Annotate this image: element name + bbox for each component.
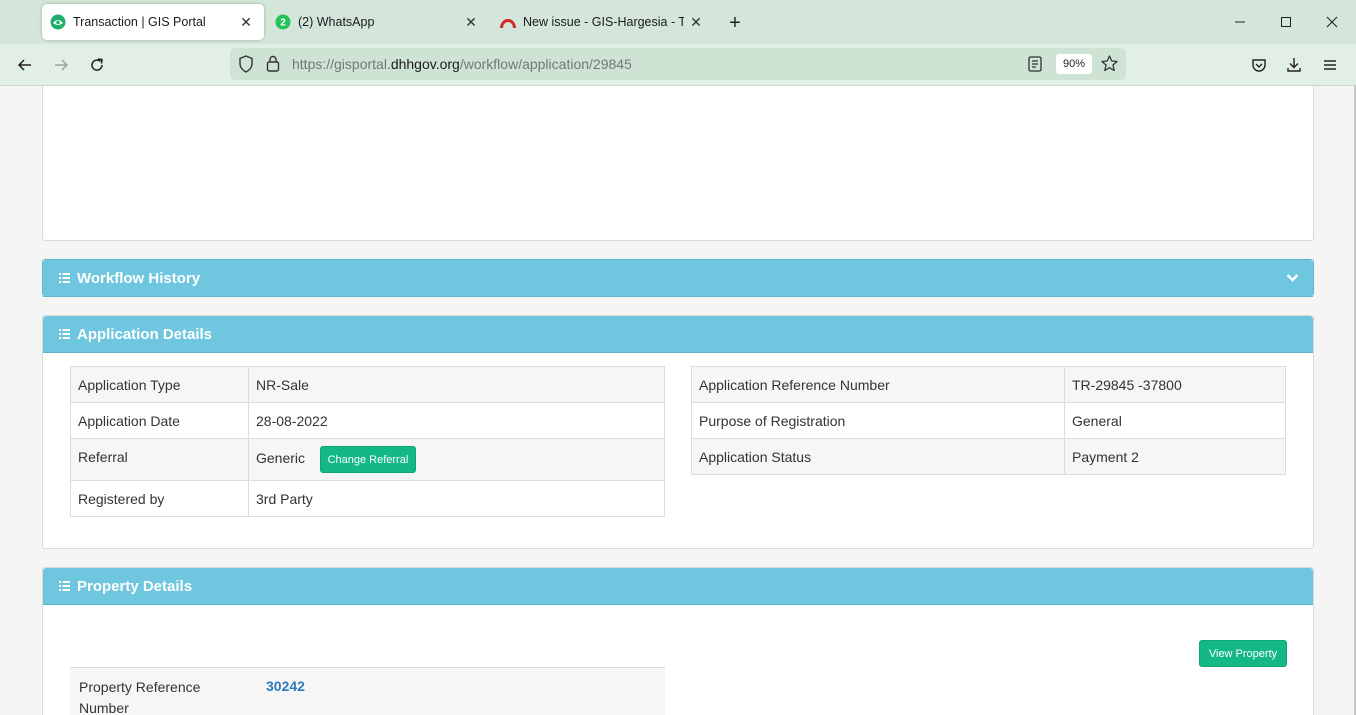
reader-view-icon[interactable] [1028,56,1042,77]
application-details-left-table: Application Type NR-Sale Application Dat… [70,366,665,517]
table-row: Referral Generic Change Referral [70,438,665,481]
chevron-down-icon[interactable] [1286,270,1299,287]
field-value: 28-08-2022 [248,402,665,439]
gis-portal-icon [50,14,66,30]
zoom-level[interactable]: 90% [1056,54,1092,74]
address-bar[interactable]: https://gisportal.dhhgov.org/workflow/ap… [230,48,1126,80]
field-value: NR-Sale [248,366,665,403]
close-tab-icon[interactable]: ✕ [684,10,708,34]
property-reference-link[interactable]: 30242 [266,678,305,694]
field-label: Property Reference Number [79,679,201,715]
page-content: Workflow History Application Details App… [0,86,1356,715]
close-tab-icon[interactable]: ✕ [234,10,258,34]
workflow-history-header[interactable]: Workflow History [43,260,1313,297]
workflow-history-panel[interactable]: Workflow History [42,259,1314,297]
new-tab-icon[interactable]: + [722,10,748,36]
field-label: Application Date [70,402,249,439]
table-row: Application Reference Number TR-29845 -3… [691,366,1286,403]
list-icon [59,328,70,340]
whatsapp-icon: 2 [275,14,291,30]
pocket-icon[interactable] [1244,50,1274,80]
panel-title: Property Details [77,577,193,595]
field-value: 3rd Party [248,480,665,517]
tab-title: New issue - GIS-Hargesia - Team [523,15,684,29]
unread-badge-count: 2 [280,18,286,29]
tab-title: Transaction | GIS Portal [73,15,206,29]
view-property-button[interactable]: View Property [1199,640,1287,667]
navigation-toolbar: https://gisportal.dhhgov.org/workflow/ap… [0,44,1356,86]
field-label: Referral [70,438,249,481]
reload-icon[interactable] [82,50,112,80]
table-row: Application Status Payment 2 [691,438,1286,475]
table-row: Purpose of Registration General [691,402,1286,439]
tab-title: (2) WhatsApp [298,15,375,29]
table-row: Application Date 28-08-2022 [70,402,665,439]
application-details-panel: Application Details Application Type NR-… [42,315,1314,549]
property-reference-row: Property Reference Number 30242 [70,667,665,715]
tab-new-issue[interactable]: New issue - GIS-Hargesia - Team ✕ [492,4,714,40]
application-details-header: Application Details [43,316,1313,353]
field-value: Generic [256,450,306,467]
field-value: Payment 2 [1064,438,1286,475]
panel-title: Workflow History [77,269,201,287]
map-card [42,86,1314,241]
property-details-header: Property Details [43,568,1313,605]
field-value: General [1064,402,1286,439]
field-label: Application Reference Number [691,366,1065,403]
field-label: Purpose of Registration [691,402,1065,439]
field-label: Application Type [70,366,249,403]
lock-icon[interactable] [266,55,280,77]
list-icon [59,580,70,592]
shield-icon[interactable] [238,55,254,78]
menu-icon[interactable] [1315,50,1345,80]
tab-bar: Transaction | GIS Portal ✕ 2 (2) WhatsAp… [0,0,1356,44]
tab-whatsapp[interactable]: 2 (2) WhatsApp ✕ [267,4,489,40]
forward-icon[interactable] [46,50,76,80]
table-row: Application Type NR-Sale [70,366,665,403]
panel-title: Application Details [77,325,213,343]
maximize-icon[interactable] [1263,8,1309,36]
url-prefix: https://gisportal. [292,56,391,72]
downloads-icon[interactable] [1279,50,1309,80]
url-path: /workflow/application/29845 [459,56,632,72]
arch-logo-icon [500,14,516,30]
property-details-panel: Property Details View Property Property … [42,567,1314,715]
change-referral-button[interactable]: Change Referral [319,446,416,473]
url-text[interactable]: https://gisportal.dhhgov.org/workflow/ap… [292,56,632,72]
application-details-right-table: Application Reference Number TR-29845 -3… [691,366,1286,475]
back-icon[interactable] [10,50,40,80]
field-label: Application Status [691,438,1065,475]
bookmark-star-icon[interactable] [1101,55,1118,77]
close-window-icon[interactable] [1309,8,1355,36]
minimize-icon[interactable] [1217,8,1263,36]
table-row: Registered by 3rd Party [70,480,665,517]
close-tab-icon[interactable]: ✕ [459,10,483,34]
url-host: dhhgov.org [390,56,460,72]
referral-cell: Generic Change Referral [248,438,665,481]
list-icon [59,272,70,284]
tab-gis-portal[interactable]: Transaction | GIS Portal ✕ [42,4,264,40]
field-label: Registered by [70,480,249,517]
field-value: TR-29845 -37800 [1064,366,1286,403]
